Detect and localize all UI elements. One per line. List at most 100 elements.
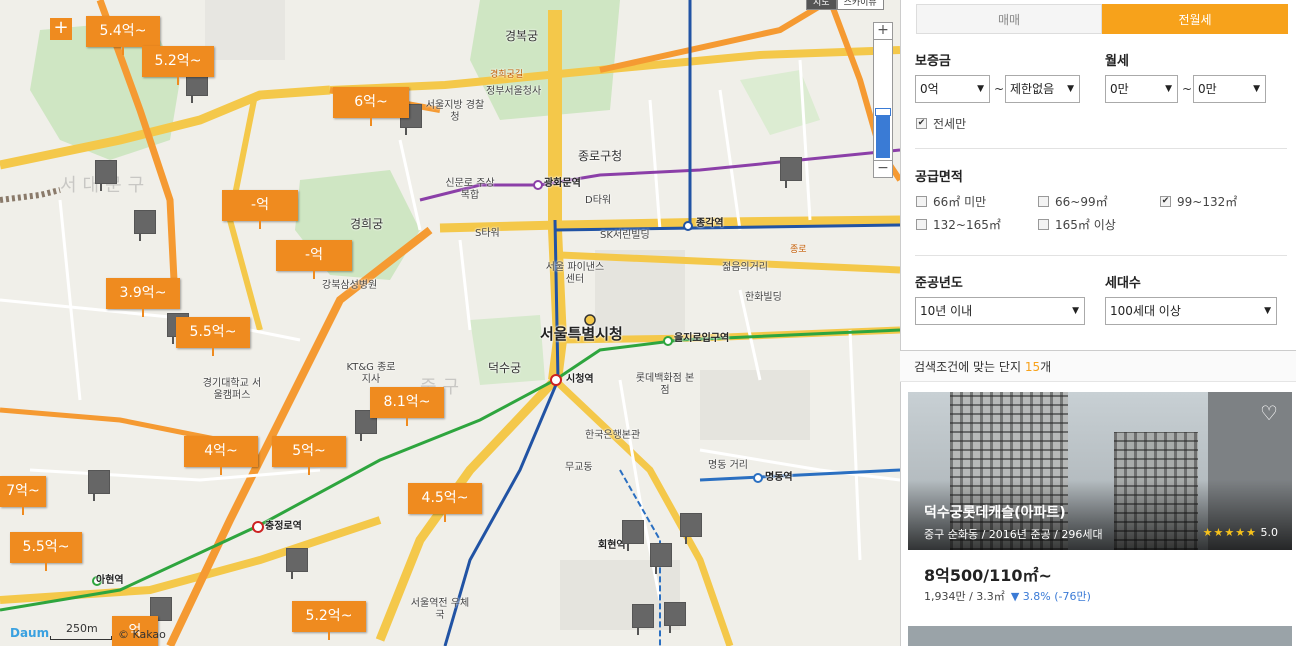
map-label: 강북삼성병원 bbox=[322, 280, 378, 291]
complex-pin[interactable] bbox=[95, 160, 117, 191]
map-label-cityhall: 서울특별시청 bbox=[540, 325, 623, 343]
range-tilde: ~ bbox=[1182, 82, 1193, 96]
price-marker[interactable]: -억 bbox=[276, 240, 352, 279]
price-marker[interactable]: 5.2억~ bbox=[142, 46, 214, 85]
star-rating-icon: ★★★★★ bbox=[1202, 526, 1257, 539]
area-option-label: 99~132㎡ bbox=[1177, 195, 1238, 209]
price-marker[interactable]: 6억~ bbox=[333, 87, 409, 126]
zoom-slider[interactable] bbox=[873, 40, 893, 160]
area-option-99-132[interactable]: ✔ 99~132㎡ bbox=[1160, 193, 1237, 210]
price-marker[interactable]: 5.2억~ bbox=[292, 601, 366, 640]
households-label: 세대수 bbox=[1105, 276, 1141, 291]
chevron-down-icon: ▼ bbox=[1253, 84, 1260, 94]
map-add-button[interactable]: + bbox=[50, 18, 72, 40]
zoom-slider-fill bbox=[876, 112, 890, 158]
area-label: 공급면적 bbox=[915, 170, 963, 185]
checkbox-icon bbox=[916, 196, 927, 207]
complex-pin[interactable] bbox=[88, 470, 110, 501]
complex-pin[interactable] bbox=[622, 520, 644, 551]
zoom-control: + − bbox=[873, 22, 893, 188]
complex-pin[interactable] bbox=[134, 210, 156, 241]
map-label: 덕수궁 bbox=[488, 361, 522, 375]
complex-card[interactable]: ♡ 덕수궁롯데캐슬(아파트) 중구 순화동 / 2016년 준공 / 296세대… bbox=[908, 392, 1292, 550]
price-marker[interactable]: 4억~ bbox=[184, 436, 258, 475]
chevron-down-icon: ▼ bbox=[1067, 84, 1074, 94]
map-label: 서울 파이낸스센터 bbox=[545, 262, 605, 285]
road-label: 경희궁길 bbox=[490, 70, 524, 80]
map-label: 한화빌딩 bbox=[745, 292, 782, 303]
station-label: 종각역 bbox=[696, 218, 724, 229]
map-label: 서울지방 경찰청 bbox=[425, 100, 485, 123]
complex-meta: 중구 순화동 / 2016년 준공 / 296세대 bbox=[924, 528, 1103, 541]
map-label: 경기대학교 서울캠퍼스 bbox=[202, 378, 262, 401]
price-marker[interactable]: -억 bbox=[222, 190, 298, 229]
checkbox-icon bbox=[1038, 196, 1049, 207]
monthly-min-value: 0만 bbox=[1110, 82, 1129, 96]
deposit-max-value: 제한없음 bbox=[1010, 82, 1055, 96]
map-label: SK서린빌딩 bbox=[600, 230, 650, 241]
map-type-skyview-button[interactable]: 스카이뷰 bbox=[836, 0, 884, 10]
chevron-down-icon: ▼ bbox=[977, 84, 984, 94]
rating-value: 5.0 bbox=[1260, 526, 1279, 539]
area-option-label: 165㎡ 이상 bbox=[1055, 218, 1116, 232]
chevron-down-icon: ▼ bbox=[1264, 306, 1271, 316]
complex-card-next[interactable] bbox=[908, 626, 1292, 646]
map-type-map-button[interactable]: 지도 bbox=[806, 0, 837, 10]
complex-pin[interactable] bbox=[664, 602, 686, 633]
map-label: 신문로 주상복합 bbox=[445, 178, 495, 201]
area-option-under66[interactable]: 66㎡ 미만 bbox=[916, 193, 986, 210]
checkbox-icon bbox=[916, 219, 927, 230]
complex-pin[interactable] bbox=[680, 513, 702, 544]
zoom-out-button[interactable]: − bbox=[873, 160, 893, 178]
built-year-select[interactable]: 10년 이내 ▼ bbox=[915, 297, 1085, 325]
map-label: 젊음의거리 bbox=[722, 262, 768, 273]
area-option-over165[interactable]: 165㎡ 이상 bbox=[1038, 216, 1116, 233]
station-label: 아현역 bbox=[96, 575, 124, 586]
station-label: 충정로역 bbox=[265, 521, 302, 532]
deposit-min-select[interactable]: 0억 ▼ bbox=[915, 75, 990, 103]
deposit-max-select[interactable]: 제한없음 ▼ bbox=[1005, 75, 1080, 103]
monthly-min-select[interactable]: 0만 ▼ bbox=[1105, 75, 1178, 103]
area-option-label: 66㎡ 미만 bbox=[933, 195, 987, 209]
favorite-heart-icon[interactable]: ♡ bbox=[1258, 402, 1280, 424]
price-marker[interactable]: 5.5억~ bbox=[176, 317, 250, 356]
monthly-max-select[interactable]: 0만 ▼ bbox=[1193, 75, 1266, 103]
checkbox-checked-icon: ✔ bbox=[1160, 196, 1171, 207]
map-label: 한국은행본관 bbox=[585, 430, 641, 441]
price-marker[interactable]: 5억~ bbox=[272, 436, 346, 475]
map-label: KT&G 종로지사 bbox=[346, 362, 396, 385]
built-year-label: 준공년도 bbox=[915, 276, 963, 291]
price-marker[interactable]: 4.5억~ bbox=[408, 483, 482, 522]
zoom-in-button[interactable]: + bbox=[873, 22, 893, 40]
complex-pin[interactable] bbox=[286, 548, 308, 579]
zoom-slider-handle[interactable] bbox=[875, 108, 891, 116]
map-label: D타워 bbox=[585, 195, 612, 206]
tab-jeonse-wolse[interactable]: 전월세 bbox=[1102, 4, 1288, 34]
road-label: 종로 bbox=[790, 245, 807, 255]
monthly-label: 월세 bbox=[1105, 54, 1129, 69]
complex-pin[interactable] bbox=[650, 543, 672, 574]
daum-logo: Daum bbox=[10, 626, 50, 640]
price-marker[interactable]: 8.1억~ bbox=[370, 387, 444, 426]
map-label: 명동 거리 bbox=[708, 460, 748, 471]
area-option-66-99[interactable]: 66~99㎡ bbox=[1038, 193, 1108, 210]
map-scale-label: 250m bbox=[66, 622, 98, 635]
tab-sale[interactable]: 매매 bbox=[916, 4, 1102, 34]
station-label: 광화문역 bbox=[544, 178, 581, 189]
households-select[interactable]: 100세대 이상 ▼ bbox=[1105, 297, 1277, 325]
price-marker[interactable]: 3.9억~ bbox=[106, 278, 180, 317]
price-marker[interactable]: 5.4억~ bbox=[86, 16, 160, 55]
complex-pin[interactable] bbox=[632, 604, 654, 635]
price-marker[interactable]: 7억~ bbox=[0, 476, 46, 515]
map-view[interactable]: 서대문구 중구 경복궁 경희궁 종로구청 서울특별시청 덕수궁 시청역 광화문역… bbox=[0, 0, 900, 646]
deposit-min-value: 0억 bbox=[920, 82, 939, 96]
complex-pin[interactable] bbox=[780, 157, 802, 188]
area-option-132-165[interactable]: 132~165㎡ bbox=[916, 216, 1001, 233]
jeonse-only-checkbox[interactable]: ✔ 전세만 bbox=[916, 115, 966, 132]
complex-title: 덕수궁롯데캐슬(아파트) bbox=[924, 505, 1066, 521]
built-year-value: 10년 이내 bbox=[920, 304, 973, 318]
station-label: 을지로입구역 bbox=[674, 333, 730, 344]
map-base bbox=[0, 0, 900, 646]
map-label: 서울역전 우체국 bbox=[410, 598, 470, 621]
price-marker[interactable]: 5.5억~ bbox=[10, 532, 82, 571]
